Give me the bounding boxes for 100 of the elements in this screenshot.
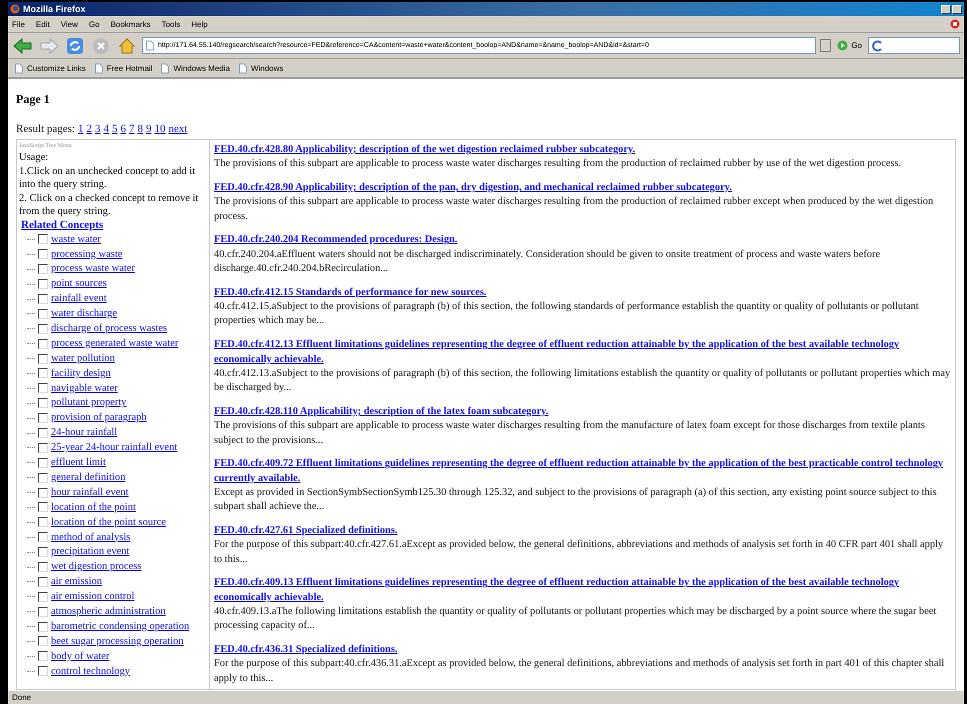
result-title-link[interactable]: FED.40.cfr.436.31 Specialized definitions. (214, 643, 951, 658)
result-title-link[interactable]: FED.40.cfr.240.204 Recommended procedures: Design. (214, 233, 951, 248)
checkbox[interactable] (38, 517, 48, 528)
checkbox[interactable] (38, 532, 48, 542)
checkbox[interactable] (38, 442, 48, 453)
menu-item[interactable]: Help (191, 20, 208, 28)
back-button[interactable] (12, 36, 34, 56)
concept-link[interactable]: beet sugar processing operation (51, 634, 184, 648)
restore-button[interactable] (952, 4, 962, 14)
bookmark-item[interactable]: Windows Media (173, 64, 230, 72)
concept-link[interactable]: 25-year 24-hour rainfall event (51, 441, 178, 455)
concept-link[interactable]: location of the point source (51, 516, 166, 530)
concept-link[interactable]: precipitation event (51, 545, 130, 559)
checkbox[interactable] (38, 636, 48, 646)
result-title-link[interactable]: FED.40.cfr.428.80 Applicability; description of the wet digestion reclaimed rubber subcategory. (214, 143, 951, 158)
result-title-link[interactable]: FED.40.cfr.428.110 Applicability; description of the latex foam subcategory. (214, 404, 951, 420)
checkbox[interactable] (38, 562, 48, 572)
concept-link[interactable]: discharge of process wastes (51, 322, 168, 336)
concept-link[interactable]: water pollution (51, 352, 115, 366)
page-link[interactable]: 1 (78, 123, 84, 135)
concept-link[interactable]: water discharge (51, 307, 117, 321)
concept-link[interactable]: facility design (51, 366, 111, 380)
page-link[interactable]: 6 (120, 123, 126, 135)
checkbox[interactable] (38, 622, 48, 632)
result-title-link[interactable]: FED.40.cfr.409.13 Effluent limitations guidelines representing the degree of effluent reduction attainable by the application of the best available technology economically achievable. (214, 576, 951, 606)
checkbox[interactable] (38, 458, 48, 468)
bookmark-item[interactable]: Customize Links (27, 64, 86, 72)
menu-item[interactable]: Go (88, 20, 100, 28)
concept-link[interactable]: provision of paragraph (51, 411, 147, 425)
concept-link[interactable]: effluent limit (51, 456, 106, 470)
concept-link[interactable]: air emission (51, 575, 102, 589)
checkbox[interactable] (38, 576, 48, 587)
checkbox[interactable] (38, 488, 48, 498)
result-title-link[interactable]: FED.40.cfr.412.15 Standards of performance for new sources. (214, 286, 951, 300)
concept-link[interactable]: general definition (51, 470, 126, 484)
concept-link[interactable]: process generated waste water (51, 336, 178, 350)
page-link[interactable]: 8 (137, 123, 143, 135)
checkbox[interactable] (38, 279, 48, 290)
menu-item[interactable]: Bookmarks (110, 20, 151, 28)
concept-link[interactable]: waste water (51, 232, 101, 246)
checkbox[interactable] (38, 606, 48, 617)
bookmark-item[interactable]: Free Hotmail (106, 64, 152, 72)
concept-link[interactable]: pollutant property (51, 396, 127, 410)
checkbox[interactable] (38, 666, 48, 676)
page-link[interactable]: 9 (146, 123, 152, 135)
search-field[interactable] (868, 37, 960, 54)
checkbox[interactable] (38, 354, 48, 364)
checkbox[interactable] (38, 324, 48, 334)
concept-link[interactable]: 24-hour rainfall (51, 426, 118, 440)
concept-link[interactable]: navigable water (51, 382, 118, 396)
menu-item[interactable]: File (12, 20, 25, 28)
checkbox[interactable] (38, 413, 48, 424)
checkbox[interactable] (38, 592, 48, 602)
checkbox[interactable] (38, 368, 48, 378)
checkbox[interactable] (38, 472, 48, 483)
concept-link[interactable]: rainfall event (51, 292, 107, 306)
result-title-link[interactable]: FED.40.cfr.409.72 Effluent limitations guidelines representing the degree of effluent reduction attainable by the application of the best practicable control technology currently available. (214, 457, 951, 486)
concept-link[interactable]: atmospheric administration (51, 604, 166, 618)
menu-item[interactable]: Tools (162, 20, 180, 28)
concept-link[interactable]: barometric condensing operation (51, 620, 190, 634)
reload-button[interactable] (64, 36, 86, 56)
page-link[interactable]: 2 (86, 123, 92, 135)
checkbox[interactable] (38, 264, 48, 274)
next-link[interactable]: next (168, 123, 188, 135)
checkbox[interactable] (38, 651, 48, 662)
concept-link[interactable]: control technology (51, 664, 130, 678)
page-link[interactable]: 4 (103, 123, 109, 135)
related-concepts-link[interactable]: Related Concepts (21, 218, 104, 230)
page-link[interactable]: 10 (154, 123, 166, 135)
home-button[interactable] (116, 36, 138, 56)
concept-link[interactable]: method of analysis (51, 530, 130, 544)
checkbox[interactable] (38, 547, 48, 558)
result-title-link[interactable]: FED.40.cfr.428.90 Applicability; description of the pan, dry digestion, and mechanical reclaimed rubber subcategory. (214, 181, 951, 196)
checkbox[interactable] (38, 249, 48, 260)
dropdown-button[interactable] (820, 39, 832, 52)
page-link[interactable]: 7 (128, 123, 134, 135)
page-link[interactable]: 3 (94, 123, 100, 135)
checkbox[interactable] (38, 308, 48, 319)
concept-link[interactable]: process waste water (51, 262, 135, 276)
bookmark-item[interactable]: Windows (250, 64, 284, 72)
checkbox[interactable] (38, 428, 48, 438)
concept-link[interactable]: location of the point (51, 500, 136, 514)
result-title-link[interactable]: FED.40.cfr.412.13 Effluent limitations guidelines representing the degree of effluent reduction attainable by the application of the best available technology economically achievable. (214, 338, 951, 367)
checkbox[interactable] (38, 398, 48, 408)
result-title-link[interactable]: FED.40.cfr.427.61 Specialized definitions. (214, 524, 951, 538)
checkbox[interactable] (38, 338, 48, 349)
menu-item[interactable]: Edit (36, 20, 50, 28)
concept-link[interactable]: body of water (51, 650, 110, 664)
page-link[interactable]: 5 (112, 123, 118, 135)
checkbox[interactable] (38, 502, 48, 512)
concept-link[interactable]: hour rainfall event (51, 486, 129, 500)
go-button[interactable]: Go (835, 40, 864, 51)
concept-link[interactable]: point sources (51, 277, 107, 291)
menu-item[interactable]: View (60, 20, 78, 28)
checkbox[interactable] (38, 234, 48, 244)
concept-link[interactable]: wet digestion process (51, 560, 142, 574)
checkbox[interactable] (38, 294, 48, 304)
concept-link[interactable]: air emission control (51, 590, 134, 604)
checkbox[interactable] (38, 383, 48, 394)
concept-link[interactable]: processing waste (51, 248, 122, 262)
